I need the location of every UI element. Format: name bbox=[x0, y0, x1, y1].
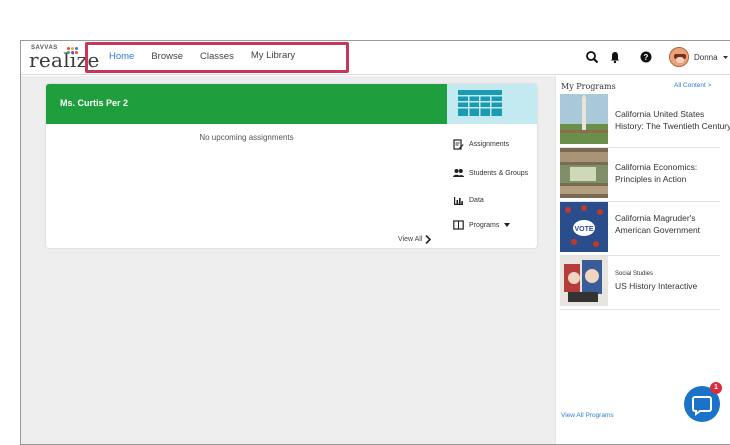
app-window: SAVVAS realize Home Browse Classes My Li… bbox=[20, 40, 730, 445]
class-card-header[interactable]: Ms. Curtis Per 2 bbox=[46, 84, 447, 124]
program-title-line: History: The Twentieth Century bbox=[615, 121, 730, 131]
program-title: California Magruder's American Governmen… bbox=[615, 212, 730, 236]
program-item[interactable]: VOTE California Magruder's American Gove… bbox=[560, 202, 730, 256]
program-thumbnail: VOTE bbox=[560, 202, 608, 252]
nav-my-library[interactable]: My Library bbox=[251, 50, 295, 61]
svg-text:?: ? bbox=[644, 53, 649, 62]
program-title: California Economics: Principles in Acti… bbox=[615, 161, 730, 185]
nav-browse[interactable]: Browse bbox=[151, 51, 183, 62]
user-name[interactable]: Donna bbox=[694, 53, 718, 62]
program-title-line: US History Interactive bbox=[615, 281, 698, 291]
program-item[interactable]: California Economics: Principles in Acti… bbox=[560, 148, 730, 202]
students-groups-link[interactable]: Students & Groups bbox=[453, 168, 528, 178]
sidebar-title: My Programs bbox=[561, 82, 616, 91]
assignments-label: Assignments bbox=[469, 141, 510, 148]
program-title: California United States History: The Tw… bbox=[615, 108, 730, 132]
bell-icon[interactable] bbox=[608, 50, 622, 64]
data-label: Data bbox=[469, 196, 484, 204]
logo-dots bbox=[65, 47, 81, 54]
divider bbox=[560, 309, 720, 310]
search-icon[interactable] bbox=[585, 50, 599, 64]
main-nav: Home Browse Classes My Library bbox=[109, 50, 312, 62]
program-item[interactable]: Social Studies US History Interactive bbox=[560, 256, 730, 310]
bar-chart-icon bbox=[454, 197, 463, 205]
view-all-link[interactable]: View All bbox=[398, 235, 432, 244]
avatar[interactable] bbox=[669, 47, 689, 67]
program-subtitle: Social Studies bbox=[615, 271, 654, 277]
assignments-link[interactable]: Assignments bbox=[453, 139, 509, 150]
program-item[interactable]: California United States History: The Tw… bbox=[560, 94, 730, 148]
programs-label: Programs bbox=[469, 221, 500, 229]
all-content-link[interactable]: All Content > bbox=[674, 82, 711, 89]
main-content: Ms. Curtis Per 2 No upcoming assignments bbox=[21, 76, 555, 444]
savvas-realize-logo[interactable]: SAVVAS realize bbox=[29, 45, 99, 72]
view-all-label: View All bbox=[398, 236, 423, 243]
class-grid-icon bbox=[458, 90, 502, 116]
notification-badge: 1 bbox=[710, 382, 722, 394]
assignments-icon bbox=[453, 139, 464, 150]
data-link[interactable]: Data bbox=[453, 195, 484, 205]
program-title-line: California United States bbox=[615, 109, 705, 119]
program-title-line: American Government bbox=[615, 225, 701, 235]
program-thumbnail bbox=[560, 148, 608, 198]
class-title[interactable]: Ms. Curtis Per 2 bbox=[60, 98, 128, 108]
class-card: Ms. Curtis Per 2 No upcoming assignments bbox=[46, 84, 537, 248]
students-groups-label: Students & Groups bbox=[469, 169, 529, 177]
chevron-right-icon bbox=[425, 235, 432, 244]
program-title-line: California Magruder's bbox=[615, 213, 696, 223]
no-assignments-message: No upcoming assignments bbox=[199, 133, 294, 142]
book-icon bbox=[453, 220, 464, 230]
help-icon[interactable]: ? bbox=[639, 50, 653, 64]
program-title: US History Interactive bbox=[615, 280, 730, 292]
nav-home[interactable]: Home bbox=[109, 51, 134, 62]
top-header: SAVVAS realize Home Browse Classes My Li… bbox=[21, 41, 730, 75]
programs-link[interactable]: Programs bbox=[453, 220, 515, 230]
svg-text:VOTE: VOTE bbox=[574, 226, 593, 233]
nav-classes[interactable]: Classes bbox=[200, 51, 234, 62]
users-icon bbox=[453, 169, 464, 177]
view-all-programs-link[interactable]: View All Programs bbox=[561, 412, 614, 419]
caret-down-icon bbox=[504, 223, 511, 227]
program-title-line: Principles in Action bbox=[615, 174, 687, 184]
class-thumbnail[interactable] bbox=[447, 84, 537, 124]
program-title-line: California Economics: bbox=[615, 162, 698, 172]
chevron-down-icon[interactable] bbox=[723, 56, 728, 60]
program-thumbnail bbox=[560, 94, 608, 144]
program-thumbnail bbox=[560, 256, 608, 306]
